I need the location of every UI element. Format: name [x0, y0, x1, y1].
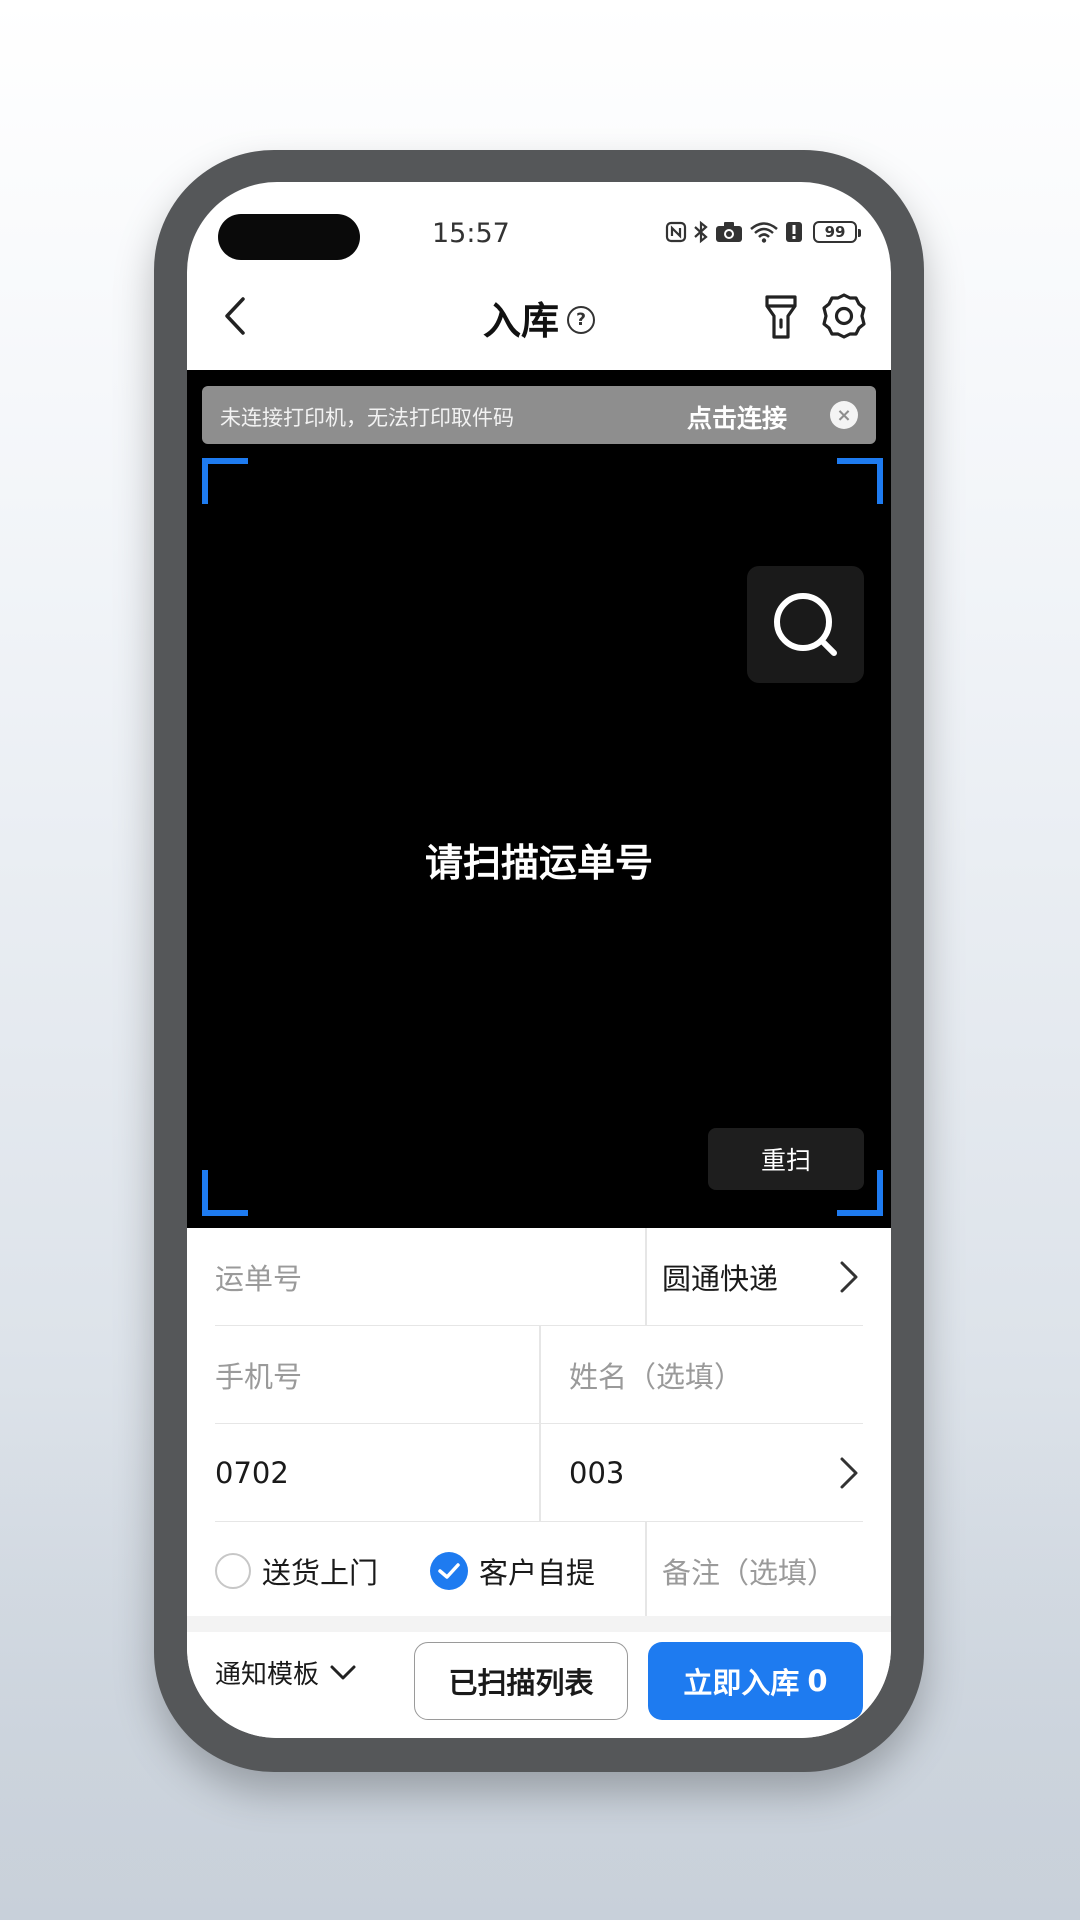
- template-label: 通知模板: [215, 1660, 320, 1690]
- radio-label: 客户自提: [479, 1556, 596, 1590]
- close-icon[interactable]: ×: [830, 401, 858, 429]
- check-icon: [430, 1552, 468, 1590]
- status-time: 15:57: [432, 218, 510, 249]
- courier-name: 圆通快递: [662, 1262, 779, 1296]
- scan-frame-corner: [837, 458, 883, 504]
- wifi-icon: [750, 222, 778, 243]
- tracking-number-input[interactable]: 运单号: [215, 1228, 645, 1326]
- banner-message: 未连接打印机，无法打印取件码: [220, 406, 514, 430]
- flashlight-icon: [765, 295, 797, 339]
- scan-prompt: 请扫描运单号: [424, 841, 653, 885]
- search-icon: [773, 592, 837, 656]
- tracking-row: 运单号 圆通快递: [215, 1228, 863, 1326]
- nfc-icon: [665, 221, 687, 243]
- bottom-action-bar: 通知模板 已扫描列表 立即入库 0: [187, 1632, 891, 1738]
- help-icon[interactable]: ?: [567, 305, 595, 334]
- divider: [539, 1424, 541, 1522]
- phone-input[interactable]: 手机号: [215, 1326, 539, 1424]
- gear-icon: [822, 293, 866, 339]
- remark-input[interactable]: 备注（选填）: [662, 1522, 863, 1620]
- camera-cutout: [218, 214, 360, 260]
- phone-frame: 15:57 99 入库 ? 未连接打印机，无法打印取件码 点击连接 × 请扫描运…: [154, 150, 924, 1772]
- status-icons: 99: [665, 220, 861, 244]
- contact-row: 手机号 姓名（选填）: [215, 1326, 863, 1424]
- scan-frame-corner: [202, 1170, 248, 1216]
- courier-select[interactable]: 圆通快递: [662, 1228, 863, 1326]
- phone-screen: 15:57 99 入库 ? 未连接打印机，无法打印取件码 点击连接 × 请扫描运…: [187, 182, 891, 1738]
- package-form: 运单号 圆通快递 手机号 姓名（选填） 0702 003 送货上门 客户自提 备…: [187, 1228, 891, 1632]
- radio-label: 送货上门: [262, 1556, 379, 1590]
- bluetooth-icon: [694, 220, 708, 244]
- divider: [539, 1326, 541, 1424]
- scanner-view[interactable]: 未连接打印机，无法打印取件码 点击连接 × 请扫描运单号 重扫: [187, 370, 891, 1228]
- printer-banner: 未连接打印机，无法打印取件码 点击连接 ×: [202, 386, 876, 444]
- page-title: 入库: [482, 299, 559, 343]
- radio-unchecked: [215, 1553, 251, 1589]
- divider: [645, 1522, 647, 1620]
- name-input[interactable]: 姓名（选填）: [569, 1326, 863, 1424]
- connect-printer-link[interactable]: 点击连接: [687, 399, 787, 435]
- chevron-right-icon: [840, 1261, 858, 1293]
- battery-indicator: 99: [813, 221, 861, 243]
- manual-search-button[interactable]: [747, 566, 864, 683]
- submit-inbound-button[interactable]: 立即入库 0: [648, 1642, 863, 1720]
- submit-count: 0: [807, 1664, 828, 1698]
- scan-frame-corner: [202, 458, 248, 504]
- flashlight-button[interactable]: [761, 294, 801, 340]
- camera-status-icon: [716, 222, 742, 242]
- divider: [645, 1228, 647, 1326]
- scanned-list-button[interactable]: 已扫描列表: [414, 1642, 628, 1720]
- rescan-button[interactable]: 重扫: [708, 1128, 864, 1190]
- status-bar: 15:57 99: [187, 182, 891, 272]
- section-gap: [187, 1616, 891, 1632]
- alert-icon: [786, 222, 802, 242]
- radio-door-delivery[interactable]: 送货上门: [215, 1522, 425, 1620]
- settings-button[interactable]: [820, 292, 868, 340]
- code-row: 0702 003: [215, 1424, 863, 1522]
- radio-self-pickup[interactable]: 客户自提: [430, 1522, 640, 1620]
- delivery-row: 送货上门 客户自提 备注（选填）: [215, 1522, 863, 1620]
- nav-bar: 入库 ?: [187, 272, 891, 360]
- chevron-right-icon: [840, 1457, 858, 1489]
- notification-template-select[interactable]: 通知模板: [215, 1654, 357, 1691]
- submit-label: 立即入库: [683, 1666, 800, 1700]
- pickup-code-select[interactable]: 003: [569, 1424, 829, 1522]
- chevron-down-icon: [330, 1665, 356, 1679]
- phone-suffix-input[interactable]: 0702: [215, 1424, 539, 1522]
